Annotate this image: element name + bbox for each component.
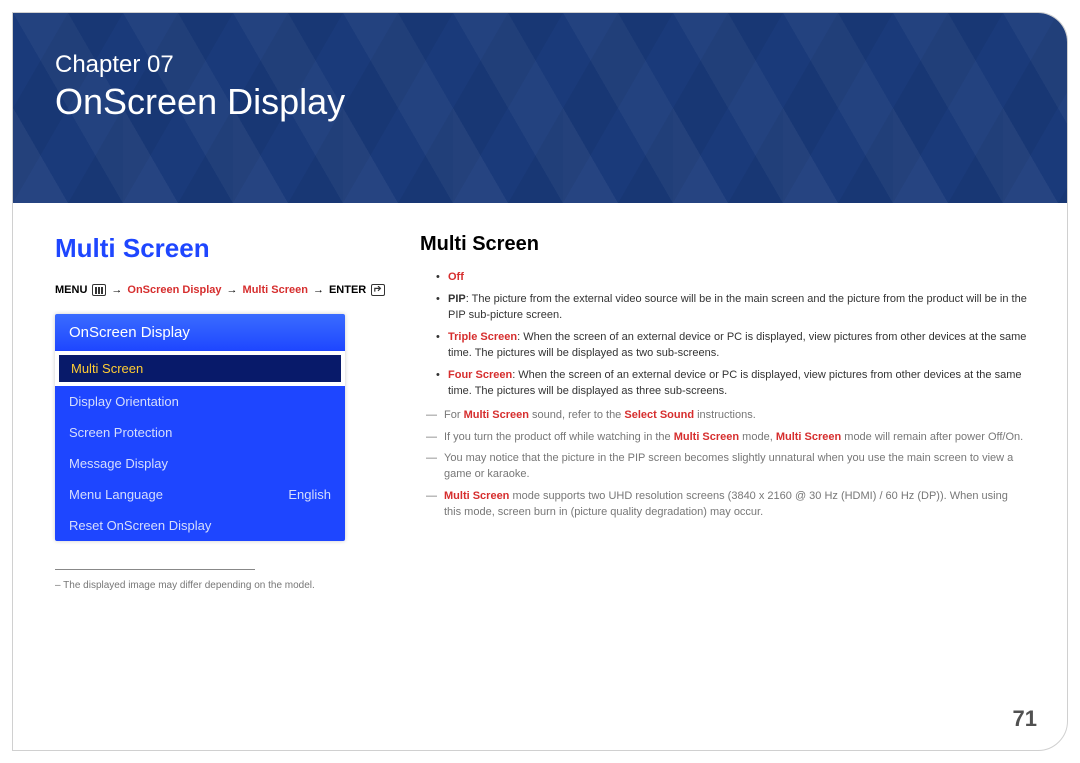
- osd-header: OnScreen Display: [55, 314, 345, 351]
- menu-icon: [92, 284, 106, 296]
- osd-menu-item[interactable]: Multi Screen: [57, 353, 343, 384]
- osd-item-label: Message Display: [69, 456, 168, 471]
- footnote-divider: [55, 569, 255, 570]
- option-item: Triple Screen: When the screen of an ext…: [436, 330, 1027, 362]
- breadcrumb-item-multiscreen: Multi Screen: [243, 284, 308, 296]
- option-item: Off: [436, 270, 1027, 286]
- breadcrumb: MENU → OnScreen Display → Multi Screen →…: [55, 284, 420, 296]
- option-label: Four Screen: [448, 369, 512, 381]
- option-text: : The picture from the external video so…: [448, 293, 1027, 321]
- option-text: : When the screen of an external device …: [448, 331, 1026, 359]
- osd-item-value: English: [288, 487, 331, 502]
- osd-menu-item[interactable]: Reset OnScreen Display: [55, 510, 345, 541]
- note-item: For Multi Screen sound, refer to the Sel…: [420, 408, 1027, 424]
- chapter-banner: Chapter 07 OnScreen Display: [13, 13, 1067, 203]
- osd-item-label: Multi Screen: [71, 361, 143, 376]
- content-area: Multi Screen MENU → OnScreen Display → M…: [13, 203, 1067, 750]
- breadcrumb-item-osd: OnScreen Display: [127, 284, 221, 296]
- option-label: Off: [448, 271, 464, 283]
- arrow-icon: →: [313, 284, 324, 296]
- option-list: Off PIP: The picture from the external vi…: [420, 270, 1027, 400]
- page-number: 71: [1013, 706, 1037, 732]
- osd-item-label: Menu Language: [69, 487, 163, 502]
- note-item: If you turn the product off while watchi…: [420, 430, 1027, 446]
- osd-item-label: Reset OnScreen Display: [69, 518, 211, 533]
- right-column: Multi Screen Off PIP: The picture from th…: [420, 233, 1067, 750]
- footnote: – The displayed image may differ dependi…: [55, 580, 420, 591]
- note-item: Multi Screen mode supports two UHD resol…: [420, 489, 1027, 521]
- option-item: Four Screen: When the screen of an exter…: [436, 368, 1027, 400]
- note-list: For Multi Screen sound, refer to the Sel…: [420, 408, 1027, 522]
- chapter-label: Chapter 07: [55, 51, 1067, 79]
- arrow-icon: →: [111, 284, 122, 296]
- option-label: PIP: [448, 293, 466, 305]
- breadcrumb-menu: MENU: [55, 284, 87, 296]
- osd-panel: OnScreen Display Multi Screen Display Ori…: [55, 314, 345, 541]
- page-frame: Chapter 07 OnScreen Display Multi Screen…: [12, 12, 1068, 751]
- osd-menu-item[interactable]: Screen Protection: [55, 417, 345, 448]
- osd-item-label: Display Orientation: [69, 394, 179, 409]
- osd-menu-item[interactable]: Menu Language English: [55, 479, 345, 510]
- osd-menu-item[interactable]: Display Orientation: [55, 386, 345, 417]
- chapter-title: OnScreen Display: [55, 81, 1067, 123]
- option-item: PIP: The picture from the external video…: [436, 292, 1027, 324]
- option-label: Triple Screen: [448, 331, 517, 343]
- option-text: : When the screen of an external device …: [448, 369, 1022, 397]
- arrow-icon: →: [227, 284, 238, 296]
- enter-icon: [371, 284, 385, 296]
- breadcrumb-enter: ENTER: [329, 284, 366, 296]
- left-section-title: Multi Screen: [55, 233, 420, 264]
- note-item: You may notice that the picture in the P…: [420, 451, 1027, 483]
- osd-menu-item[interactable]: Message Display: [55, 448, 345, 479]
- right-section-title: Multi Screen: [420, 233, 1027, 256]
- left-column: Multi Screen MENU → OnScreen Display → M…: [55, 233, 420, 750]
- osd-item-label: Screen Protection: [69, 425, 172, 440]
